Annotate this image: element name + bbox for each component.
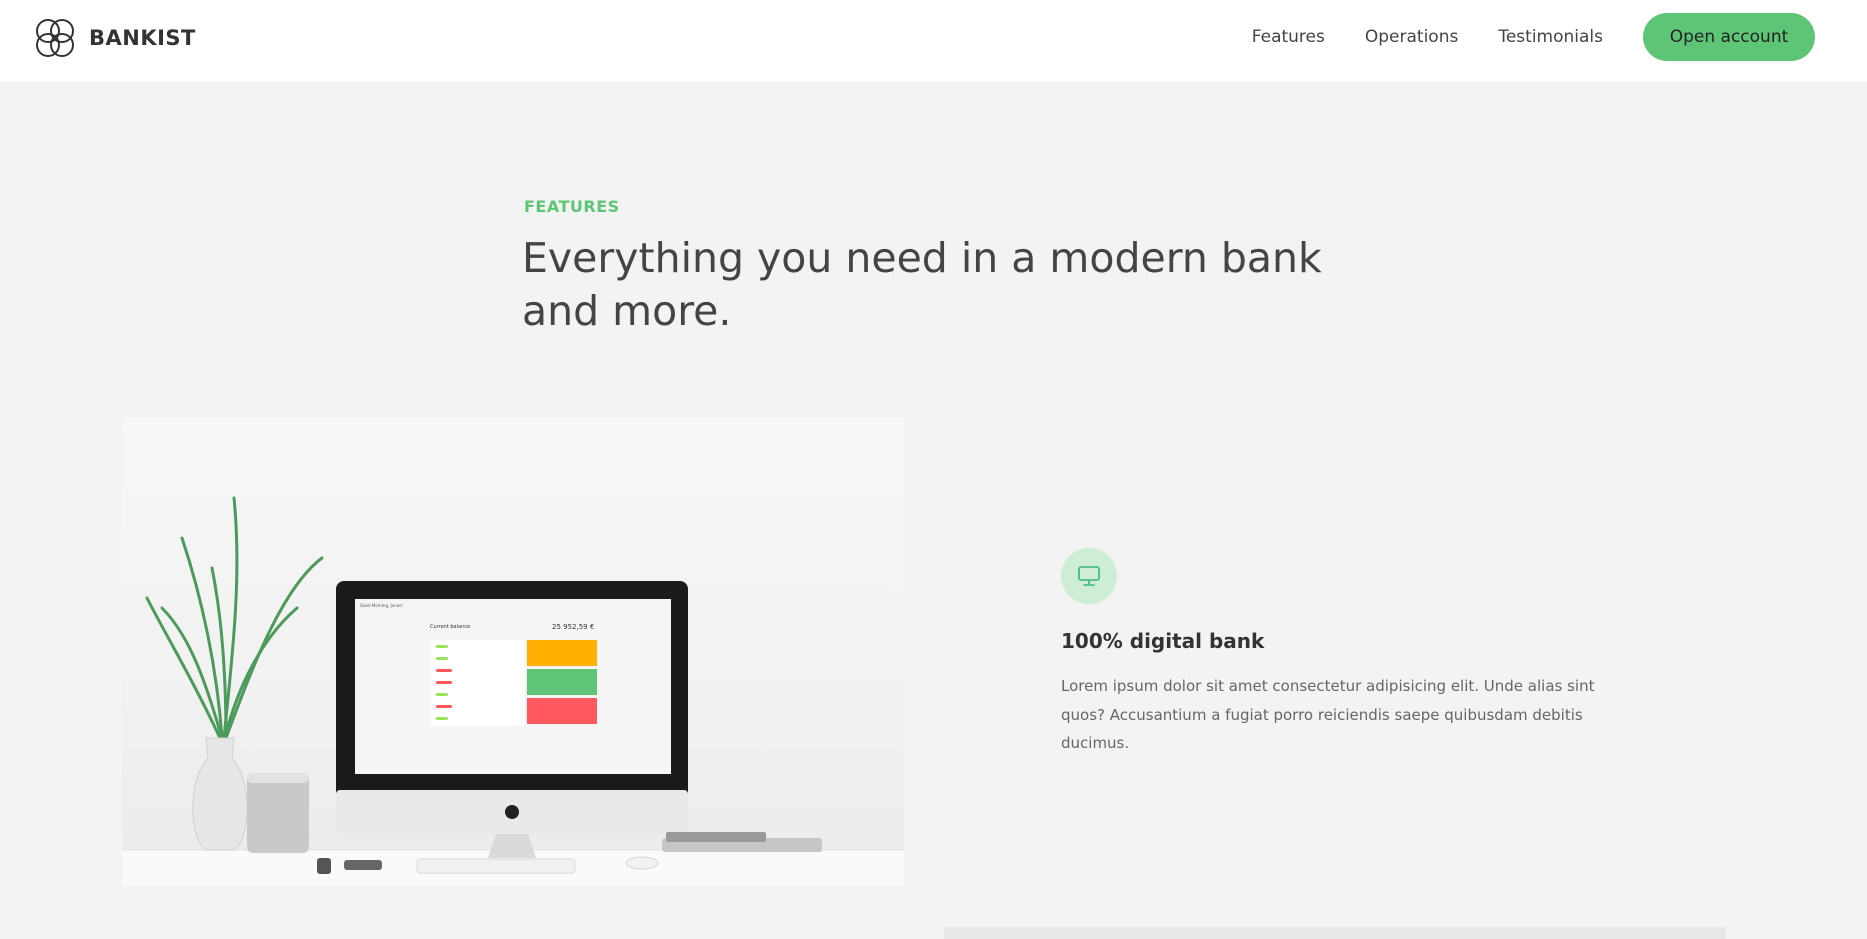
- top-navigation: BANKIST Features Operations Testimonials…: [0, 0, 1867, 82]
- nav-link-features[interactable]: Features: [1252, 27, 1325, 47]
- section-heading: Everything you need in a modern bank and…: [522, 232, 1342, 338]
- loan-card: [527, 669, 597, 695]
- apple-logo-icon: [505, 805, 519, 819]
- four-circles-logo-icon: [36, 19, 74, 57]
- brand-logo[interactable]: BANKIST: [31, 14, 196, 62]
- transfer-card: [527, 640, 597, 666]
- feature-title: 100% digital bank: [1061, 629, 1265, 653]
- nav-link-operations[interactable]: Operations: [1365, 27, 1458, 47]
- screen-balance-label: Current balance: [430, 624, 470, 630]
- screen-balance-value: 25 952,59 €: [552, 623, 594, 631]
- nav-links: Features Operations Testimonials Open ac…: [1252, 13, 1815, 61]
- close-account-card: [527, 698, 597, 724]
- heading-line-1: Everything you need in a modern bank: [522, 234, 1322, 282]
- monitor-icon: [1061, 548, 1117, 604]
- brand-name: BANKIST: [89, 26, 196, 50]
- next-feature-image: [944, 927, 1726, 939]
- heading-line-2: and more.: [522, 287, 732, 335]
- plant-icon: [145, 496, 324, 740]
- nav-link-testimonials[interactable]: Testimonials: [1498, 27, 1603, 47]
- screen-greeting: Good Morning, Jonas!: [360, 603, 403, 608]
- desk-illustration: Good Morning, Jonas! Current balance 25 …: [122, 496, 904, 886]
- open-account-button[interactable]: Open account: [1643, 13, 1815, 61]
- feature-image: Good Morning, Jonas! Current balance 25 …: [122, 418, 904, 886]
- section-label: FEATURES: [524, 197, 620, 216]
- feature-description: Lorem ipsum dolor sit amet consectetur a…: [1061, 677, 1595, 752]
